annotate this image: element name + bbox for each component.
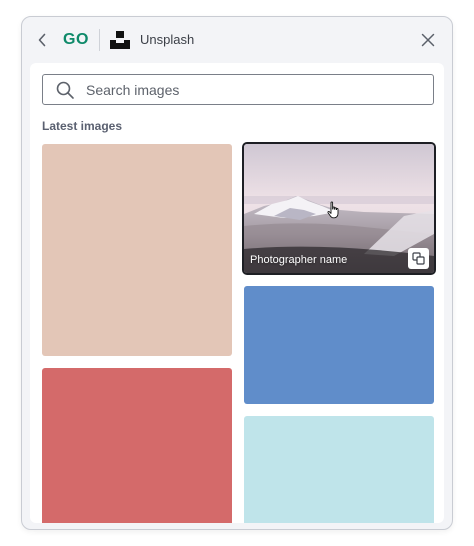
content-area: Latest images <box>30 63 444 523</box>
copy-insert-icon <box>412 252 425 265</box>
section-label: Latest images <box>42 119 123 133</box>
go-logo: GO <box>63 31 89 48</box>
close-icon <box>421 33 435 47</box>
photographer-name[interactable]: Photographer name <box>250 254 347 267</box>
close-button[interactable] <box>418 30 438 50</box>
unsplash-icon <box>110 31 130 49</box>
panel-header: GO Unsplash <box>22 17 452 63</box>
back-button[interactable] <box>32 29 52 51</box>
search-box[interactable] <box>42 74 434 105</box>
chevron-left-icon <box>38 33 46 47</box>
unsplash-panel: GO Unsplash Latest images <box>21 16 453 530</box>
app-name: Unsplash <box>140 32 195 47</box>
header-divider <box>99 29 100 51</box>
hand-pointer-icon <box>327 201 339 219</box>
search-icon <box>56 81 74 99</box>
image-tile-2[interactable] <box>42 368 232 523</box>
featured-photo-tile[interactable]: Photographer name <box>242 142 436 275</box>
image-tile-4[interactable] <box>244 416 434 523</box>
search-input[interactable] <box>86 75 416 104</box>
image-tile-1[interactable] <box>42 144 232 356</box>
insert-image-button[interactable] <box>408 248 429 269</box>
image-tile-3[interactable] <box>244 286 434 404</box>
